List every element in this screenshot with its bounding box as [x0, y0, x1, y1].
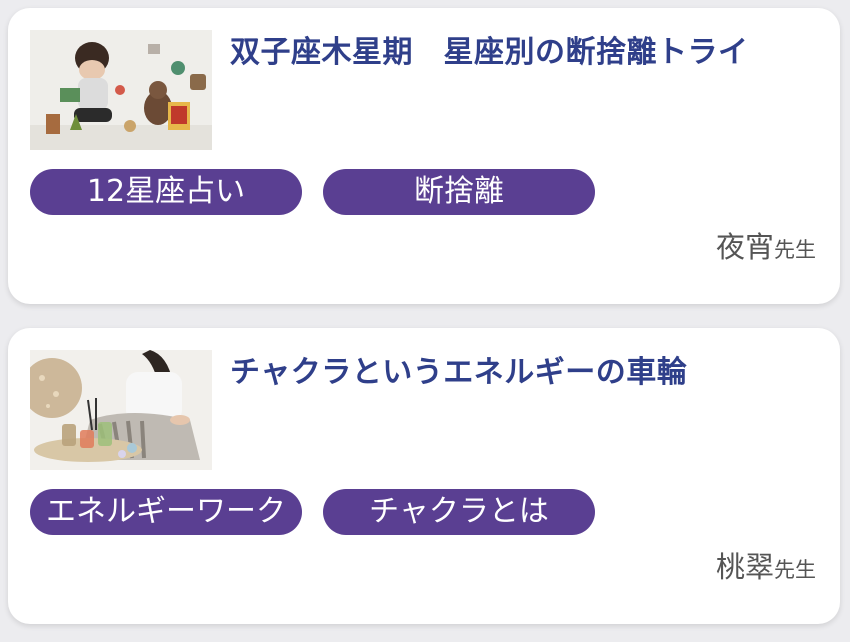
tag-12-zodiac-fortune[interactable]: 12星座占い — [30, 169, 302, 215]
tag-what-is-chakra[interactable]: チャクラとは — [323, 489, 595, 535]
author-name: 夜宵 — [715, 230, 774, 264]
author: 夜宵先生 — [716, 224, 816, 266]
author-name: 桃翠 — [715, 550, 774, 584]
tag-danshari[interactable]: 断捨離 — [323, 169, 595, 215]
article-thumbnail[interactable] — [30, 350, 212, 470]
tag-energy-work[interactable]: エネルギーワーク — [30, 489, 302, 535]
article-card-1[interactable]: 双子座木星期 星座別の断捨離トライ 12星座占い 断捨離 夜宵先生 — [8, 8, 840, 304]
author-suffix: 先生 — [774, 558, 816, 582]
article-card-2[interactable]: チャクラというエネルギーの車輪 エネルギーワーク チャクラとは 桃翠先生 — [8, 328, 840, 624]
article-thumbnail[interactable] — [30, 30, 212, 150]
article-title[interactable]: 双子座木星期 星座別の断捨離トライ — [230, 32, 824, 74]
author: 桃翠先生 — [716, 544, 816, 586]
author-suffix: 先生 — [774, 238, 816, 262]
article-title[interactable]: チャクラというエネルギーの車輪 — [230, 352, 824, 394]
